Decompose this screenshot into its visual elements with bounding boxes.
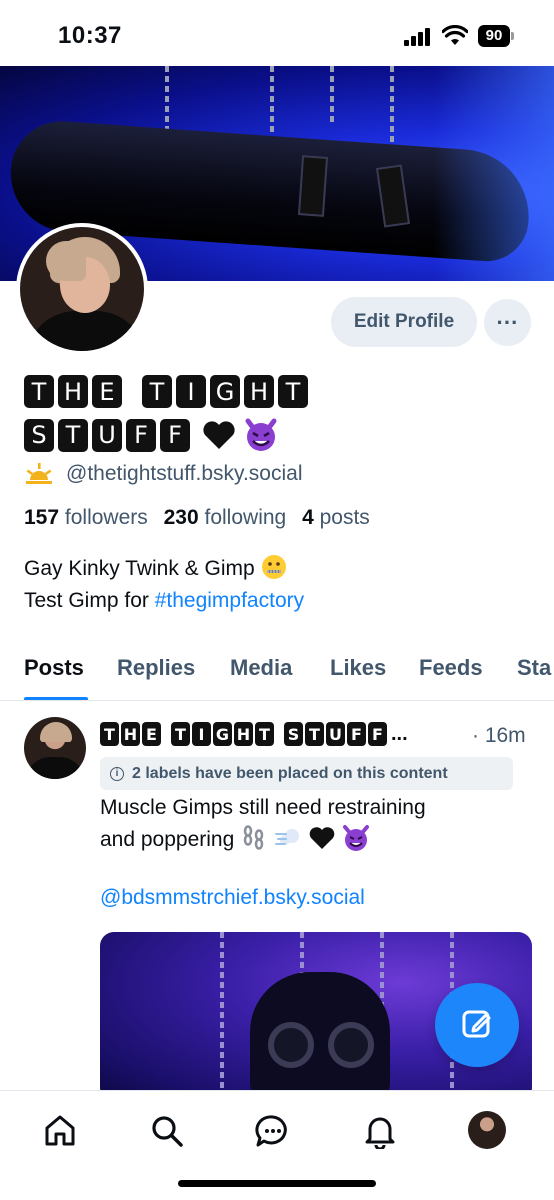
display-name-letter-tile: E <box>92 375 122 408</box>
post-text-line-2: and poppering <box>100 828 235 851</box>
compose-icon <box>462 1010 491 1037</box>
bio-line-1: Gay Kinky Twink & Gimp <box>24 557 255 580</box>
sunrise-icon <box>26 463 52 484</box>
post-text: Muscle Gimps still need restraining and … <box>100 792 520 856</box>
display-name-line-2: STUFF <box>24 418 278 452</box>
info-icon: i <box>110 766 124 781</box>
tab-feeds[interactable]: Feeds <box>419 655 483 681</box>
post-author-name-letter-tile: T <box>305 722 324 746</box>
post-author-name-letter-tile: U <box>326 722 345 746</box>
display-name-letter-tile: H <box>244 375 274 408</box>
display-name-letter-tile: H <box>58 375 88 408</box>
post-text-line-1: Muscle Gimps still need restraining <box>100 796 426 819</box>
smiling-devil-emoji-icon <box>245 418 277 451</box>
profile-bio: Gay Kinky Twink & Gimp Test Gimp for #th… <box>24 553 304 617</box>
battery-level: 90 <box>478 25 510 47</box>
display-name-letter-tile: G <box>210 375 240 408</box>
status-bar: 10:37 90 <box>0 0 554 66</box>
chains-emoji-icon <box>243 825 264 850</box>
post-author-name-letter-tile: T <box>255 722 274 746</box>
bio-hashtag-link[interactable]: #thegimpfactory <box>155 589 304 612</box>
post-author-avatar[interactable] <box>24 717 86 779</box>
more-options-button[interactable]: ··· <box>484 299 531 346</box>
tab-replies[interactable]: Replies <box>117 655 195 681</box>
post-author-name-letter-tile: H <box>234 722 253 746</box>
signal-icon <box>404 28 434 46</box>
battery-icon: 90 <box>478 25 514 47</box>
dash-emoji-icon <box>274 829 299 845</box>
zipper-mouth-emoji-icon <box>261 555 286 579</box>
post-author-name-letter-tile: F <box>368 722 387 746</box>
display-name-line-1: THETIGHT <box>24 375 308 408</box>
bell-icon[interactable] <box>362 1113 398 1149</box>
active-tab-indicator <box>24 697 88 700</box>
display-name-letter-tile: I <box>176 375 206 408</box>
tab-posts[interactable]: Posts <box>24 655 84 681</box>
handle-row: @thetightstuff.bsky.social <box>24 462 303 486</box>
profile-handle[interactable]: @thetightstuff.bsky.social <box>66 462 303 486</box>
post-author-name-letter-tile: G <box>213 722 232 746</box>
profile-avatar[interactable] <box>16 223 148 355</box>
followers-stat[interactable]: 157 followers <box>24 506 148 529</box>
display-name-letter-tile: S <box>24 418 54 452</box>
labels-text: 2 labels have been placed on this conten… <box>132 764 448 782</box>
search-icon[interactable] <box>149 1113 185 1149</box>
posts-stat: 4 posts <box>302 506 370 529</box>
post-author-name-letter-tile: F <box>347 722 366 746</box>
tab-likes[interactable]: Likes <box>330 655 386 681</box>
display-name-letter-tile: T <box>142 375 172 408</box>
home-icon[interactable] <box>42 1113 78 1149</box>
black-heart-emoji-icon <box>309 827 335 849</box>
bio-line-2: Test Gimp for <box>24 589 155 612</box>
profile-tabs: Posts Replies Media Likes Feeds Sta <box>0 651 554 701</box>
display-name-letter-tile: T <box>24 375 54 408</box>
edit-profile-button[interactable]: Edit Profile <box>331 297 477 347</box>
post-author-name-letter-tile: E <box>142 722 161 746</box>
chat-icon[interactable] <box>255 1113 291 1149</box>
profile-avatar-tab[interactable] <box>468 1111 506 1149</box>
profile-stats: 157 followers 230 following 4 posts <box>24 506 380 530</box>
following-stat[interactable]: 230 following <box>164 506 287 529</box>
wifi-icon <box>442 25 468 45</box>
display-name-letter-tile: T <box>278 375 308 408</box>
status-time: 10:37 <box>58 22 122 49</box>
post-mention-link[interactable]: @bdsmmstrchief.bsky.social <box>100 886 365 910</box>
post-author-name-letter-tile: H <box>121 722 140 746</box>
tab-starter-packs[interactable]: Sta <box>517 655 551 681</box>
smiling-devil-emoji-icon <box>342 825 369 851</box>
post-author-name-letter-tile: S <box>284 722 303 746</box>
display-name-letter-tile: F <box>160 418 190 452</box>
content-labels-notice[interactable]: i 2 labels have been placed on this cont… <box>100 757 513 790</box>
post-timestamp[interactable]: · 16m <box>472 724 526 748</box>
home-indicator <box>178 1180 376 1187</box>
post-author-name[interactable]: T H E T I G H T S T U F F... <box>100 722 408 746</box>
post-author-name-letter-tile: I <box>192 722 211 746</box>
display-name-letter-tile: T <box>58 418 88 452</box>
black-heart-emoji-icon <box>203 421 235 449</box>
post-author-name-letter-tile: T <box>171 722 190 746</box>
post-author-name-ellipsis: ... <box>391 722 408 745</box>
display-name-letter-tile: F <box>126 418 156 452</box>
post-author-name-letter-tile: T <box>100 722 119 746</box>
compose-post-button[interactable] <box>435 983 519 1067</box>
display-name-letter-tile: U <box>92 418 122 452</box>
tab-media[interactable]: Media <box>230 655 292 681</box>
